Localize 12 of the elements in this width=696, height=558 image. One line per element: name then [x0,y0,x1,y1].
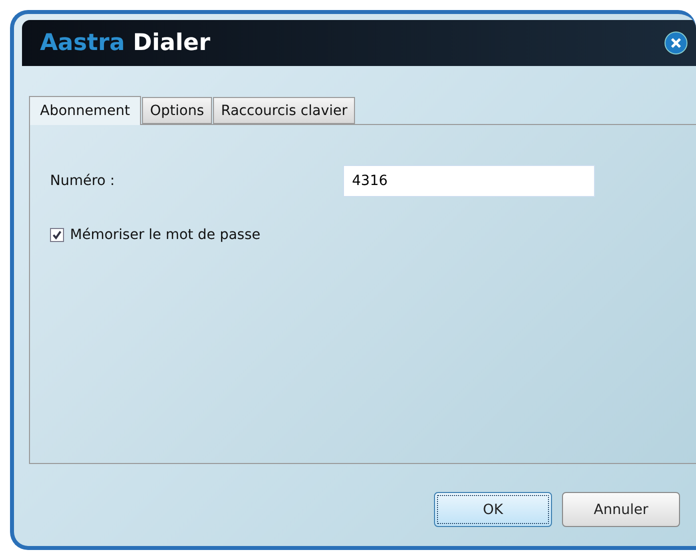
remember-label: Mémoriser le mot de passe [70,227,260,243]
number-label: Numéro : [50,173,116,189]
window-title: Dialer [132,30,210,56]
remember-checkbox[interactable] [50,228,64,242]
tab[interactable]: Options [142,97,212,124]
ok-button[interactable]: OK [434,492,552,527]
cancel-button[interactable]: Annuler [562,492,680,527]
tab[interactable]: Raccourcis clavier [213,97,356,124]
window-title-brand: Aastra [40,30,125,56]
close-icon[interactable] [664,31,688,55]
tab[interactable]: Abonnement [29,96,142,125]
number-field[interactable]: 4316 [343,165,595,197]
